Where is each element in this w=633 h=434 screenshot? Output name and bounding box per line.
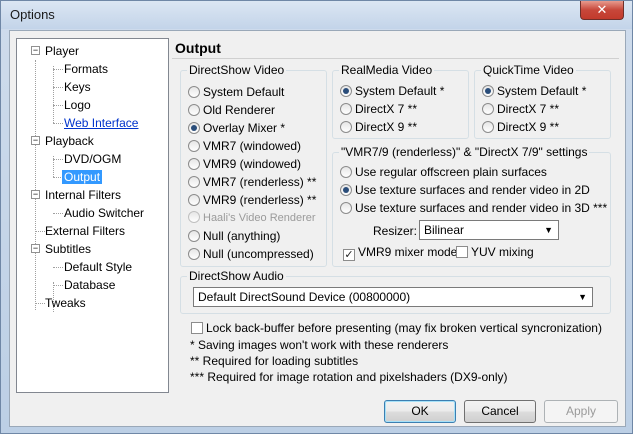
realmedia-video-group: RealMedia Video System Default * DirectX… bbox=[332, 63, 469, 139]
window-title: Options bbox=[10, 7, 55, 22]
note-loading-subtitles: ** Required for loading subtitles bbox=[190, 354, 359, 368]
tree-item-web-interface[interactable]: Web Interface bbox=[62, 115, 140, 131]
note-saving-images: * Saving images won't work with these re… bbox=[190, 338, 449, 352]
tree-item-logo[interactable]: Logo bbox=[62, 97, 93, 113]
radio-ds-old-renderer[interactable]: Old Renderer bbox=[188, 102, 275, 118]
radio-vmr-texture-3d[interactable]: Use texture surfaces and render video in… bbox=[340, 200, 607, 216]
radio-icon bbox=[340, 166, 352, 178]
options-tree[interactable]: − − − − Player Formats Keys Logo Web Int… bbox=[16, 38, 169, 393]
radio-icon bbox=[188, 176, 200, 188]
tree-item-player[interactable]: Player bbox=[43, 43, 81, 59]
radio-ds-overlay-mixer[interactable]: Overlay Mixer * bbox=[188, 120, 285, 136]
radio-selected-icon bbox=[188, 122, 200, 134]
radio-ds-vmr9-renderless[interactable]: VMR9 (renderless) ** bbox=[188, 192, 316, 208]
radio-vmr-texture-2d[interactable]: Use texture surfaces and render video in… bbox=[340, 182, 590, 198]
radio-icon bbox=[188, 230, 200, 242]
radio-ds-vmr7-renderless[interactable]: VMR7 (renderless) ** bbox=[188, 174, 316, 190]
tree-item-formats[interactable]: Formats bbox=[62, 61, 110, 77]
tree-item-dvd-ogm[interactable]: DVD/OGM bbox=[62, 151, 123, 167]
audio-device-select[interactable]: Default DirectSound Device (00800000) ▼ bbox=[193, 287, 593, 307]
radio-disabled-icon bbox=[188, 211, 200, 223]
title-bar[interactable]: Options ✕ bbox=[1, 1, 632, 29]
yuv-mixing-checkbox[interactable]: YUV mixing bbox=[456, 244, 534, 260]
quicktime-video-title: QuickTime Video bbox=[481, 63, 576, 77]
tree-item-output[interactable]: Output bbox=[62, 169, 103, 185]
tree-line bbox=[53, 66, 54, 123]
ok-button[interactable]: OK bbox=[384, 400, 456, 423]
resizer-label: Resizer: bbox=[373, 224, 418, 238]
vmr-settings-title: "VMR7/9 (renderless)" & "DirectX 7/9" se… bbox=[339, 145, 590, 159]
radio-ds-vmr7-windowed[interactable]: VMR7 (windowed) bbox=[188, 138, 301, 154]
radio-ds-system-default[interactable]: System Default bbox=[188, 84, 284, 100]
note-image-rotation: *** Required for image rotation and pixe… bbox=[190, 370, 508, 384]
radio-icon bbox=[340, 121, 352, 133]
radio-selected-icon bbox=[482, 85, 494, 97]
tree-item-playback[interactable]: Playback bbox=[43, 133, 96, 149]
radio-icon bbox=[188, 140, 200, 152]
tree-line bbox=[35, 60, 36, 310]
radio-icon bbox=[188, 194, 200, 206]
radio-icon bbox=[188, 104, 200, 116]
radio-vmr-plain-surfaces[interactable]: Use regular offscreen plain surfaces bbox=[340, 164, 547, 180]
radio-ds-haali-renderer[interactable]: Haali's Video Renderer bbox=[188, 210, 316, 226]
tree-item-audio-switcher[interactable]: Audio Switcher bbox=[62, 205, 146, 221]
radio-rm-directx7[interactable]: DirectX 7 ** bbox=[340, 101, 417, 117]
tree-item-default-style[interactable]: Default Style bbox=[62, 259, 134, 275]
close-button[interactable]: ✕ bbox=[580, 1, 624, 20]
radio-ds-vmr9-windowed[interactable]: VMR9 (windowed) bbox=[188, 156, 301, 172]
dialog-client: − − − − Player Formats Keys Logo Web Int… bbox=[9, 30, 626, 427]
directshow-audio-group: DirectShow Audio Default DirectSound Dev… bbox=[180, 269, 611, 314]
collapse-icon[interactable]: − bbox=[31, 46, 40, 55]
realmedia-video-title: RealMedia Video bbox=[339, 63, 435, 77]
radio-icon bbox=[482, 103, 494, 115]
radio-icon bbox=[340, 202, 352, 214]
page-header: Output bbox=[172, 39, 619, 59]
collapse-icon[interactable]: − bbox=[31, 190, 40, 199]
tree-item-external-filters[interactable]: External Filters bbox=[43, 223, 127, 239]
collapse-icon[interactable]: − bbox=[31, 244, 40, 253]
radio-ds-null-anything[interactable]: Null (anything) bbox=[188, 228, 280, 244]
radio-selected-icon bbox=[340, 184, 352, 196]
radio-icon bbox=[188, 248, 200, 260]
collapse-icon[interactable]: − bbox=[31, 136, 40, 145]
quicktime-video-group: QuickTime Video System Default * DirectX… bbox=[474, 63, 611, 139]
radio-icon bbox=[340, 103, 352, 115]
tree-item-tweaks[interactable]: Tweaks bbox=[43, 295, 88, 311]
vmr9-mixer-checkbox[interactable]: ✓ VMR9 mixer mode bbox=[343, 244, 457, 261]
checkbox-icon bbox=[456, 246, 468, 258]
radio-icon bbox=[188, 158, 200, 170]
radio-ds-null-uncompressed[interactable]: Null (uncompressed) bbox=[188, 246, 314, 262]
directshow-video-group: DirectShow Video System Default Old Rend… bbox=[180, 63, 327, 267]
page-title: Output bbox=[175, 40, 221, 56]
radio-rm-system-default[interactable]: System Default * bbox=[340, 83, 444, 99]
directshow-video-title: DirectShow Video bbox=[187, 63, 287, 77]
radio-qt-directx7[interactable]: DirectX 7 ** bbox=[482, 101, 559, 117]
tree-item-database[interactable]: Database bbox=[62, 277, 117, 293]
cancel-button[interactable]: Cancel bbox=[464, 400, 536, 423]
options-window: Options ✕ − − − − Player Formats Keys Lo… bbox=[0, 0, 633, 434]
radio-icon bbox=[482, 121, 494, 133]
checkbox-icon bbox=[191, 322, 203, 334]
vmr-settings-group: "VMR7/9 (renderless)" & "DirectX 7/9" se… bbox=[332, 145, 611, 267]
resizer-select[interactable]: Bilinear ▼ bbox=[419, 220, 559, 240]
radio-selected-icon bbox=[340, 85, 352, 97]
tree-item-subtitles[interactable]: Subtitles bbox=[43, 241, 93, 257]
directshow-audio-title: DirectShow Audio bbox=[187, 269, 286, 283]
checkbox-checked-icon: ✓ bbox=[343, 249, 355, 261]
radio-qt-directx9[interactable]: DirectX 9 ** bbox=[482, 119, 559, 135]
chevron-down-icon: ▼ bbox=[578, 292, 587, 302]
radio-rm-directx9[interactable]: DirectX 9 ** bbox=[340, 119, 417, 135]
tree-item-internal-filters[interactable]: Internal Filters bbox=[43, 187, 123, 203]
radio-qt-system-default[interactable]: System Default * bbox=[482, 83, 586, 99]
tree-item-keys[interactable]: Keys bbox=[62, 79, 93, 95]
chevron-down-icon: ▼ bbox=[544, 225, 553, 235]
lock-backbuffer-checkbox[interactable]: Lock back-buffer before presenting (may … bbox=[191, 320, 602, 336]
apply-button[interactable]: Apply bbox=[544, 400, 618, 423]
radio-icon bbox=[188, 86, 200, 98]
